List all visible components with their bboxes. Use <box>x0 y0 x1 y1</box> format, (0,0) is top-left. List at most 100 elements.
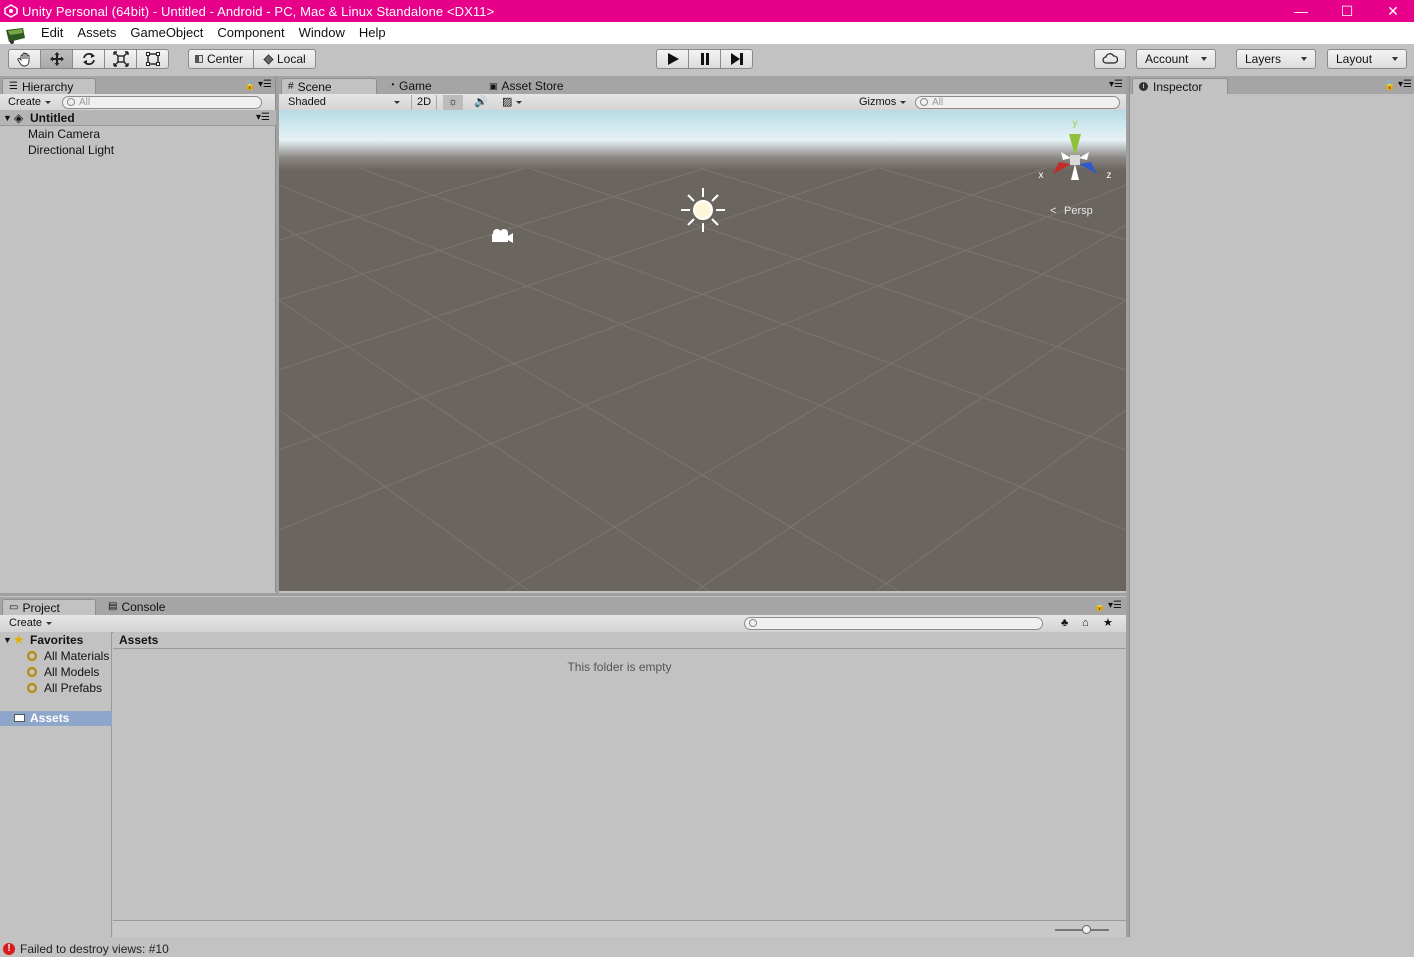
app-icon[interactable] <box>0 22 34 44</box>
layers-dropdown[interactable]: Layers <box>1236 49 1316 69</box>
scale-tool-button[interactable] <box>104 49 137 69</box>
chevron-down-icon <box>516 101 523 104</box>
layout-dropdown[interactable]: Layout <box>1327 49 1407 69</box>
save-search-button[interactable]: ★ <box>1098 616 1118 631</box>
camera-icon[interactable] <box>492 229 513 243</box>
unity-logo-icon <box>0 0 22 22</box>
panel-splitter[interactable] <box>276 76 279 593</box>
menu-component[interactable]: Component <box>210 22 291 44</box>
breadcrumb: Assets <box>113 632 1126 649</box>
play-button[interactable] <box>656 49 689 69</box>
pause-button[interactable] <box>688 49 721 69</box>
rect-tool-button[interactable] <box>136 49 169 69</box>
tab-hierarchy[interactable]: ☰ Hierarchy <box>2 78 96 94</box>
maximize-button[interactable]: ☐ <box>1324 0 1370 22</box>
favorites-row[interactable]: ▼ ★ Favorites <box>0 632 112 648</box>
filter-by-label-button[interactable]: ⌂ <box>1077 616 1094 631</box>
scene-search-input[interactable]: All <box>915 96 1120 109</box>
panel-splitter[interactable] <box>1126 76 1129 937</box>
pivot-rotation-button[interactable]: Local <box>253 49 316 69</box>
scene-viewport[interactable]: y x z < Persp <box>279 110 1126 591</box>
hierarchy-search-input[interactable]: All <box>62 96 262 109</box>
directional-light-icon[interactable] <box>681 188 725 232</box>
project-create-button[interactable]: Create <box>4 616 57 631</box>
tab-project-label: Project <box>22 600 60 615</box>
inspector-panel: i Inspector 🔒 ▾☰ <box>1129 76 1414 937</box>
shading-dropdown[interactable]: Shaded <box>283 95 405 110</box>
menu-assets[interactable]: Assets <box>70 22 123 44</box>
lock-icon[interactable]: 🔒 <box>244 80 255 91</box>
chevron-down-icon <box>1392 57 1398 61</box>
hand-tool-button[interactable] <box>8 49 41 69</box>
chevron-down-icon <box>46 622 53 625</box>
close-button[interactable]: ✕ <box>1370 0 1414 22</box>
step-button[interactable] <box>720 49 753 69</box>
rotate-tool-button[interactable] <box>72 49 105 69</box>
scene-options-icon[interactable]: ▾☰ <box>256 110 270 126</box>
projection-label[interactable]: Persp <box>1064 205 1093 217</box>
project-tabstrip: ▭ Project ▤ Console 🔒 ▾☰ <box>0 597 1127 615</box>
tab-scene[interactable]: # Scene <box>281 78 377 94</box>
status-bar[interactable]: ! Failed to destroy views: #10 <box>0 941 1414 957</box>
hierarchy-item[interactable]: Directional Light <box>0 142 276 158</box>
lock-icon[interactable]: 🔒 <box>1094 601 1105 612</box>
2d-label: 2D <box>417 96 432 108</box>
breadcrumb-assets[interactable]: Assets <box>119 632 158 649</box>
panel-menu-icon[interactable]: ▾☰ <box>1109 79 1123 90</box>
tab-console[interactable]: ▤ Console <box>102 599 171 615</box>
icon-size-slider[interactable] <box>1055 925 1109 934</box>
favorite-item[interactable]: All Materials <box>0 648 112 664</box>
gizmos-dropdown[interactable]: Gizmos <box>854 95 911 110</box>
foldout-arrow-icon[interactable]: ▼ <box>3 632 12 648</box>
panel-menu-icon[interactable]: ▾☰ <box>1108 600 1122 611</box>
persp-arrow-icon[interactable]: < <box>1050 205 1056 217</box>
scene-search-placeholder: All <box>932 97 944 108</box>
menu-help[interactable]: Help <box>352 22 393 44</box>
cube-icon <box>263 53 274 65</box>
hierarchy-item-label: Main Camera <box>28 127 101 141</box>
filter-by-type-button[interactable]: ♣ <box>1056 616 1073 631</box>
project-search-input[interactable] <box>744 617 1043 630</box>
tab-game[interactable]: ◔ Game <box>383 78 438 94</box>
favorite-item[interactable]: All Prefabs <box>0 680 112 696</box>
move-tool-button[interactable] <box>40 49 73 69</box>
tab-asset-store[interactable]: ▣ Asset Store <box>483 78 570 94</box>
chevron-down-icon <box>1201 57 1207 61</box>
panel-menu-icon[interactable]: ▾☰ <box>258 79 272 90</box>
menu-gameobject[interactable]: GameObject <box>123 22 210 44</box>
hierarchy-panel: ☰ Hierarchy 🔒 ▾☰ Create All ▼ ◈ Untitled… <box>0 76 276 592</box>
create-label: Create <box>9 617 43 629</box>
unity-scene-icon: ◈ <box>14 111 24 125</box>
search-icon <box>749 619 757 627</box>
gizmos-label: Gizmos <box>859 96 897 108</box>
assets-folder-row[interactable]: Assets <box>0 711 112 726</box>
grid-icon: # <box>288 80 294 92</box>
title-bar: Unity Personal (64bit) - Untitled - Andr… <box>0 0 1414 22</box>
collab-cloud-button[interactable] <box>1094 49 1126 69</box>
foldout-arrow-icon[interactable]: ▼ <box>3 110 12 126</box>
scene-row[interactable]: ▼ ◈ Untitled ▾☰ <box>0 110 276 126</box>
create-label: Create <box>8 96 42 108</box>
tab-project[interactable]: ▭ Project <box>2 599 96 615</box>
panel-splitter[interactable] <box>0 593 1127 596</box>
tab-asset-store-label: Asset Store <box>501 79 564 93</box>
hierarchy-create-button[interactable]: Create <box>3 95 56 110</box>
effects-dropdown[interactable]: ▨ <box>497 95 527 110</box>
minimize-button[interactable]: — <box>1278 0 1324 22</box>
console-icon: ▤ <box>108 601 118 612</box>
menu-window[interactable]: Window <box>292 22 352 44</box>
account-dropdown[interactable]: Account <box>1136 49 1216 69</box>
favorite-item[interactable]: All Models <box>0 664 112 680</box>
lighting-toggle[interactable]: ☼ <box>443 95 464 110</box>
hierarchy-item[interactable]: Main Camera <box>0 126 276 142</box>
slider-thumb[interactable] <box>1082 925 1091 934</box>
status-message: Failed to destroy views: #10 <box>20 942 169 956</box>
menu-edit[interactable]: Edit <box>34 22 70 44</box>
lock-icon[interactable]: 🔒 <box>1384 80 1395 91</box>
2d-toggle[interactable]: 2D <box>411 95 438 110</box>
panel-menu-icon[interactable]: ▾☰ <box>1398 79 1412 90</box>
audio-toggle[interactable]: 🔊 <box>469 95 493 110</box>
tab-inspector[interactable]: i Inspector <box>1132 78 1228 94</box>
pivot-mode-button[interactable]: Center <box>188 49 254 69</box>
step-icon <box>730 53 743 65</box>
